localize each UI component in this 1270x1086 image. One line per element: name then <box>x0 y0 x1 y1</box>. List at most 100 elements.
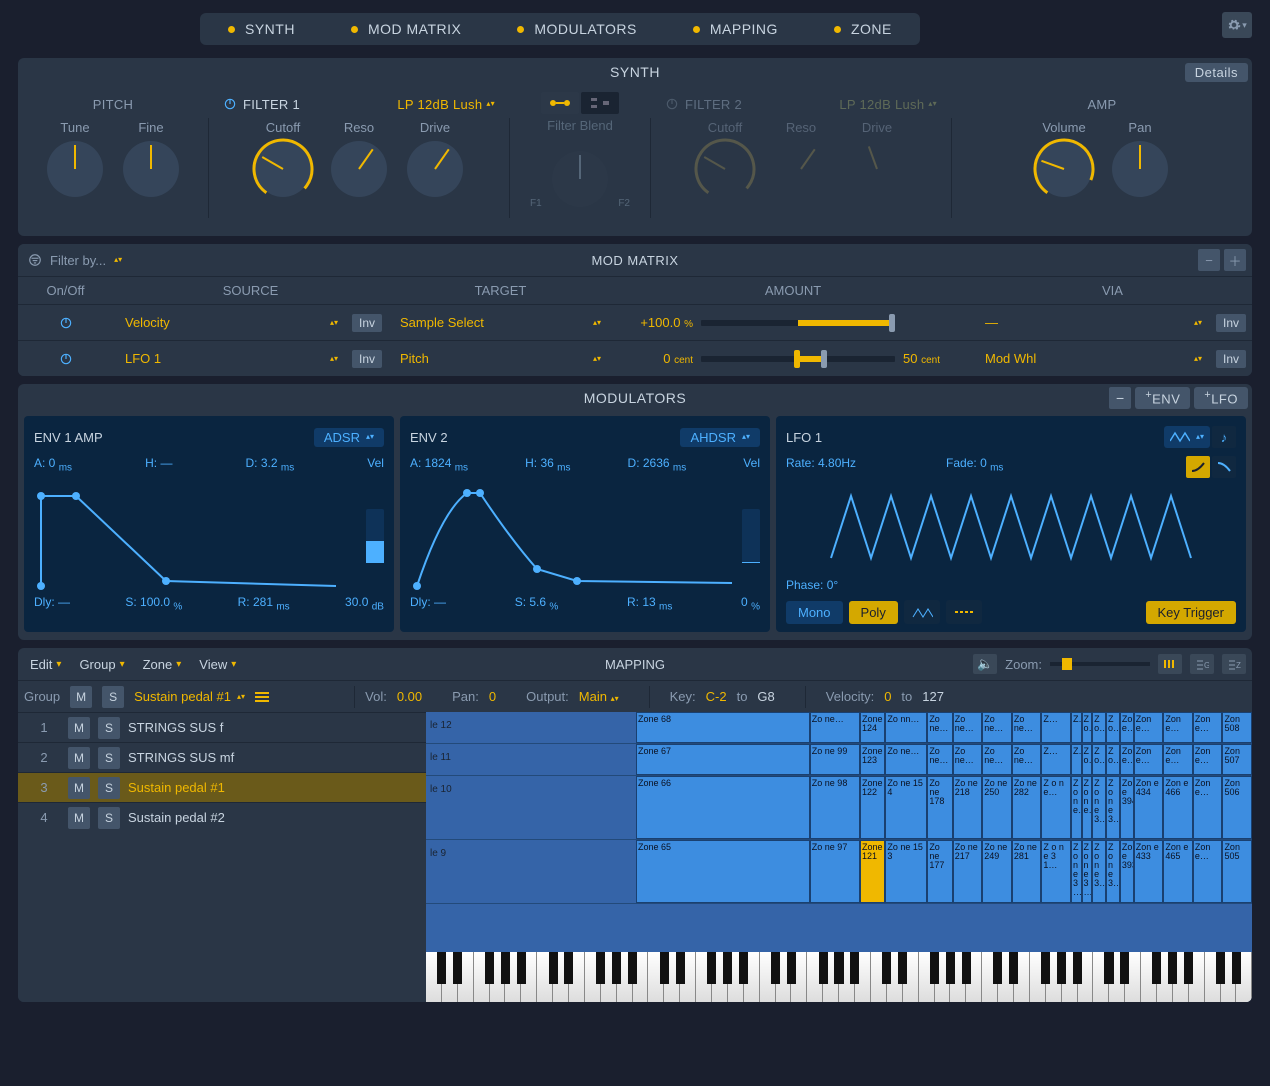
zone-cell[interactable]: Zo ne 218 <box>953 776 983 839</box>
zone-cell[interactable]: Zon 508 <box>1222 712 1252 743</box>
zone-cell[interactable]: Zone 124 <box>860 712 885 743</box>
group-solo[interactable]: S <box>98 717 120 739</box>
zone-cell[interactable]: Zon e… <box>1193 776 1223 839</box>
piano-keyboard[interactable] <box>426 952 1252 1002</box>
zone-cell[interactable]: Zone 122 <box>860 776 885 839</box>
group-row[interactable]: 3MSSustain pedal #1 <box>18 772 426 802</box>
zone-cell[interactable]: Zo ne… <box>982 712 1012 743</box>
zone-cell[interactable]: Zon e… <box>1163 712 1193 743</box>
zone-cell[interactable]: Zon e 465 <box>1163 840 1193 903</box>
mm-amount-slider[interactable] <box>701 320 895 326</box>
zone-cell[interactable]: Zo ne… <box>982 744 1012 775</box>
zone-cell[interactable]: Zone 68 <box>636 712 810 743</box>
env1-graph[interactable] <box>34 481 358 591</box>
zone-cell[interactable]: Zon e 393 <box>1120 840 1134 903</box>
group-mute[interactable]: M <box>68 777 90 799</box>
zone-cell[interactable]: Zo ne 178 <box>927 776 952 839</box>
zone-cell[interactable]: Zo ne… <box>1012 744 1042 775</box>
zone-cell[interactable]: Zo ne 281 <box>1012 840 1042 903</box>
mm-source-select[interactable]: LFO 1▴▾ <box>113 351 346 366</box>
zone-cell[interactable]: Zone 66 <box>636 776 810 839</box>
zone-cell[interactable]: Zon e… <box>1163 744 1193 775</box>
map-output[interactable]: Main ▴▾ <box>579 689 619 704</box>
blend-knob[interactable] <box>552 151 608 207</box>
mm-row-power[interactable] <box>59 316 73 330</box>
map-pan[interactable]: 0 <box>489 689 496 704</box>
zone-cell[interactable]: Zon e 433 <box>1134 840 1164 903</box>
zone-cell[interactable]: Z o n e… <box>1041 776 1071 839</box>
lfo-rate[interactable]: Rate: 4.80Hz <box>786 456 856 478</box>
group-solo[interactable]: S <box>98 747 120 769</box>
zone-cell[interactable]: Zo nn… <box>885 712 927 743</box>
map-vel-hi[interactable]: 127 <box>922 689 944 704</box>
lfo-phase[interactable]: Phase: 0° <box>786 578 1236 592</box>
zone-cell[interactable]: Zo ne 15 3 <box>885 840 927 903</box>
mm-via-inv[interactable]: Inv <box>1216 350 1246 368</box>
add-env-button[interactable]: +ENV <box>1135 387 1190 409</box>
zone-cell[interactable]: Zon e… <box>1134 744 1164 775</box>
tab-synth[interactable]: SYNTH <box>200 13 323 45</box>
tab-mapping[interactable]: MAPPING <box>665 13 806 45</box>
filter1-cutoff-knob[interactable] <box>255 141 311 197</box>
env2-vel-slider[interactable] <box>742 509 760 563</box>
mm-inv-button[interactable]: Inv <box>352 314 382 332</box>
zone-cell[interactable]: Zon e… <box>1193 744 1223 775</box>
zone-cell[interactable]: Zo ne 97 <box>810 840 860 903</box>
zone-cell[interactable]: Z o n e 3… <box>1106 776 1120 839</box>
filter1-reso-knob[interactable] <box>331 141 387 197</box>
zone-cell[interactable]: Zo ne 99 <box>810 744 860 775</box>
group-solo[interactable]: S <box>98 807 120 829</box>
details-button[interactable]: Details <box>1185 63 1248 82</box>
map-vel-lo[interactable]: 0 <box>884 689 891 704</box>
mm-via-select[interactable]: Mod Whl▴▾ <box>985 351 1210 366</box>
lfo-fade-in[interactable] <box>1186 456 1210 478</box>
mod-remove-button[interactable]: − <box>1109 387 1131 409</box>
zone-cell[interactable]: Z o n e… <box>1082 776 1093 839</box>
tune-knob[interactable] <box>47 141 103 197</box>
filter2-reso-knob[interactable] <box>773 141 829 197</box>
filter2-power[interactable] <box>665 97 679 111</box>
zone-cell[interactable]: Zone 123 <box>860 744 885 775</box>
zone-cell[interactable]: Z o… <box>1082 744 1093 775</box>
zone-cell[interactable]: Z o n e 3… <box>1092 840 1106 903</box>
settings-button[interactable]: ▾ <box>1222 12 1252 38</box>
mm-target-select[interactable]: Pitch▴▾ <box>388 351 613 366</box>
filterby-select[interactable]: Filter by...▴▾ <box>28 253 122 268</box>
mm-target-select[interactable]: Sample Select▴▾ <box>388 315 613 330</box>
zone-cell[interactable]: Z o… <box>1092 712 1106 743</box>
filter1-power[interactable] <box>223 97 237 111</box>
mm-amount-slider[interactable] <box>701 356 895 362</box>
zone-cell[interactable]: Zo ne 282 <box>1012 776 1042 839</box>
lfo-shape-a[interactable] <box>904 600 940 624</box>
zone-cell[interactable]: Zo ne… <box>953 712 983 743</box>
map-view-menu[interactable]: View▾ <box>193 655 242 674</box>
lfo-poly[interactable]: Poly <box>849 601 898 624</box>
zone-cell[interactable]: Z o n e 3 … <box>1082 840 1093 903</box>
group-mute[interactable]: M <box>70 686 92 708</box>
lfo-wave-display[interactable] <box>786 486 1236 570</box>
lfo-shape-b[interactable] <box>946 600 982 624</box>
lfo-keytrigger[interactable]: Key Trigger <box>1146 601 1236 624</box>
group-row[interactable]: 4MSSustain pedal #2 <box>18 802 426 832</box>
map-zone-menu[interactable]: Zone▾ <box>137 655 188 674</box>
env2-graph[interactable] <box>410 481 734 591</box>
blend-serial[interactable] <box>541 92 579 114</box>
zone-cell[interactable]: Zone 65 <box>636 840 810 903</box>
zone-cell[interactable]: Zon 506 <box>1222 776 1252 839</box>
group-solo[interactable]: S <box>98 777 120 799</box>
mm-remove-button[interactable]: − <box>1198 249 1220 271</box>
zone-cell[interactable]: Zo ne… <box>885 744 927 775</box>
mm-via-select[interactable]: —▴▾ <box>985 315 1210 330</box>
zone-cell[interactable]: Z… <box>1041 712 1071 743</box>
group-row[interactable]: 1MSSTRINGS SUS f <box>18 712 426 742</box>
group-mute[interactable]: M <box>68 807 90 829</box>
zone-cell[interactable]: Z o… <box>1106 744 1120 775</box>
zone-cell[interactable]: Zo ne… <box>927 744 952 775</box>
env1-vel-slider[interactable] <box>366 509 384 563</box>
zone-cell[interactable]: Z o n e 3… <box>1106 840 1120 903</box>
tab-zone[interactable]: ZONE <box>806 13 920 45</box>
zone-cell[interactable]: Zo ne 249 <box>982 840 1012 903</box>
fine-knob[interactable] <box>123 141 179 197</box>
mm-inv-button[interactable]: Inv <box>352 350 382 368</box>
zone-cell[interactable]: Zo ne 217 <box>953 840 983 903</box>
